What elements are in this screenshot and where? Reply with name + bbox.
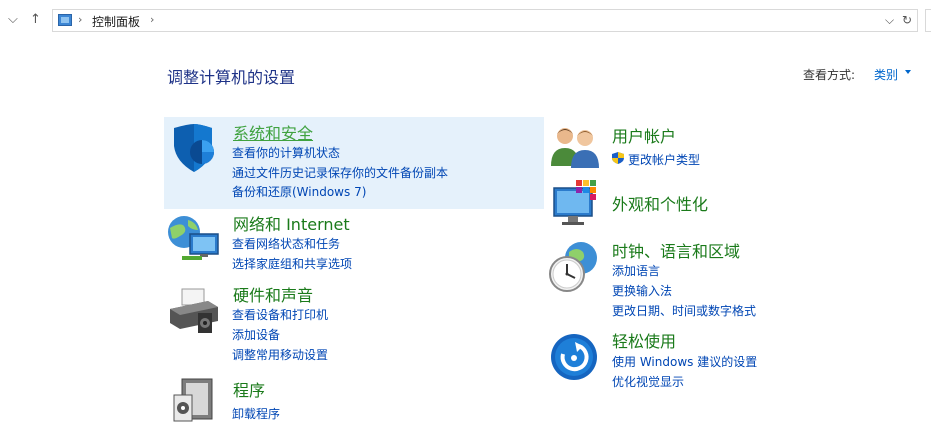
view-by-dropdown[interactable]: 类别: [874, 66, 898, 83]
programs-icon[interactable]: [172, 377, 216, 425]
link-add-language[interactable]: 添加语言: [612, 262, 660, 279]
breadcrumb-control-panel[interactable]: 控制面板: [92, 13, 140, 30]
category-ease-of-access[interactable]: 轻松使用: [612, 328, 676, 352]
chevron-right-icon[interactable]: ›: [150, 13, 154, 26]
chevron-right-icon[interactable]: ›: [78, 13, 82, 26]
up-arrow-icon[interactable]: ↑: [30, 11, 41, 29]
shield-icon[interactable]: [168, 122, 220, 174]
link-add-device[interactable]: 添加设备: [232, 326, 280, 343]
user-accounts-icon[interactable]: [549, 124, 601, 170]
address-box[interactable]: › 控制面板 › ⌵ ↻: [52, 9, 918, 32]
link-change-input-method[interactable]: 更换输入法: [612, 282, 672, 299]
uac-shield-icon: [612, 152, 624, 164]
category-system-security[interactable]: 系统和安全: [233, 120, 313, 144]
link-backup-restore[interactable]: 备份和还原(Windows 7): [232, 183, 366, 200]
page-title: 调整计算机的设置: [167, 68, 296, 87]
category-network-internet[interactable]: 网络和 Internet: [233, 211, 350, 235]
chevron-down-icon[interactable]: ⌵: [885, 13, 894, 28]
category-appearance-personalization[interactable]: 外观和个性化: [612, 191, 708, 215]
search-box-edge[interactable]: [925, 9, 931, 32]
category-hardware-sound[interactable]: 硬件和声音: [233, 282, 313, 306]
link-change-date-time-format[interactable]: 更改日期、时间或数字格式: [612, 302, 756, 319]
link-devices-printers[interactable]: 查看设备和打印机: [232, 306, 328, 323]
link-network-status[interactable]: 查看网络状态和任务: [232, 235, 340, 252]
caret-down-icon[interactable]: [905, 70, 911, 74]
ease-of-access-icon[interactable]: [549, 332, 599, 382]
address-bar: ⌵ ↑ › 控制面板 › ⌵ ↻: [0, 0, 931, 40]
link-homegroup-sharing[interactable]: 选择家庭组和共享选项: [232, 255, 352, 272]
link-view-computer-status[interactable]: 查看你的计算机状态: [232, 144, 340, 161]
link-recommended-settings[interactable]: 使用 Windows 建议的设置: [612, 353, 757, 370]
link-uninstall-program[interactable]: 卸载程序: [232, 405, 280, 422]
network-globe-icon[interactable]: [166, 212, 222, 262]
link-mobility-settings[interactable]: 调整常用移动设置: [232, 346, 328, 363]
category-programs[interactable]: 程序: [233, 377, 265, 401]
category-clock-language-region[interactable]: 时钟、语言和区域: [612, 238, 740, 262]
category-user-accounts[interactable]: 用户帐户: [612, 123, 676, 147]
appearance-icon[interactable]: [550, 180, 602, 230]
clock-globe-icon[interactable]: [547, 240, 601, 294]
chevron-down-icon[interactable]: ⌵: [8, 11, 18, 29]
view-by-label: 查看方式:: [803, 68, 856, 82]
link-file-history-backup[interactable]: 通过文件历史记录保存你的文件备份副本: [232, 164, 448, 181]
control-panel-icon: [58, 14, 72, 26]
link-optimize-visual-display[interactable]: 优化视觉显示: [612, 373, 684, 390]
link-change-account-type[interactable]: 更改帐户类型: [628, 151, 700, 168]
printer-icon[interactable]: [168, 287, 220, 335]
refresh-icon[interactable]: ↻: [902, 13, 912, 27]
